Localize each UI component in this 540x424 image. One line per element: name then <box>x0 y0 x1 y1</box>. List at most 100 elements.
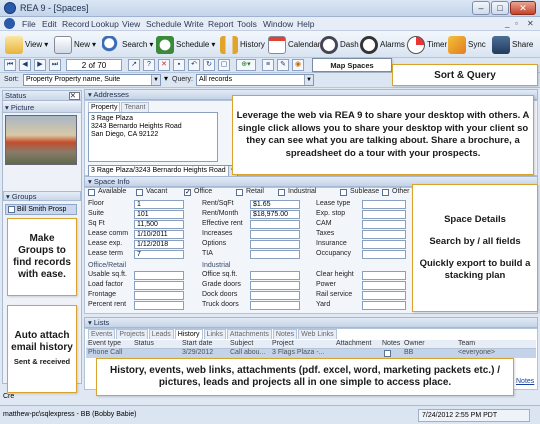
map-icon[interactable]: ◉ <box>292 59 304 71</box>
menu-tools[interactable]: Tools <box>237 19 257 29</box>
field-input[interactable] <box>250 271 300 280</box>
minimize-button[interactable]: – <box>472 1 490 15</box>
type-checkbox-available[interactable] <box>88 189 95 196</box>
menu-schedule[interactable]: Schedule <box>146 19 181 29</box>
column-header[interactable]: Subject <box>230 340 253 347</box>
column-header[interactable]: Project <box>272 340 294 347</box>
query-icon[interactable]: ▾ <box>164 74 168 83</box>
save-icon[interactable]: ▪ <box>173 59 185 71</box>
tab-property[interactable]: Property <box>88 102 121 112</box>
first-record-icon[interactable]: ⏮ <box>4 59 16 71</box>
delete-icon[interactable]: ✕ <box>158 59 170 71</box>
tab-leads[interactable]: Leads <box>148 329 174 339</box>
list-icon[interactable]: ≡ <box>262 59 274 71</box>
tab-web-links[interactable]: Web Links <box>298 329 337 339</box>
new-button[interactable]: New ▾ <box>52 34 98 55</box>
sort-select[interactable]: Property Property name, Suite ▼ <box>23 74 161 86</box>
tab-projects[interactable]: Projects <box>116 329 148 339</box>
dash-button[interactable]: Dash <box>318 34 361 55</box>
field-input[interactable]: 1 <box>134 200 184 209</box>
goto-icon[interactable]: ↗ <box>128 59 140 71</box>
mdi-close-icon[interactable]: ✕ <box>527 19 534 28</box>
find-icon[interactable]: ? <box>143 59 155 71</box>
schedule-button[interactable]: Schedule ▾ <box>154 34 217 55</box>
group-item[interactable]: Bill Smith Prosp <box>5 204 77 215</box>
field-input[interactable]: $1.65 <box>250 200 300 209</box>
field-input[interactable] <box>134 271 184 280</box>
field-input[interactable] <box>362 250 406 259</box>
tab-events[interactable]: Events <box>88 329 116 339</box>
menu-help[interactable]: Help <box>297 19 314 29</box>
maximize-button[interactable]: □ <box>491 1 509 15</box>
refresh-icon[interactable]: ↻ <box>203 59 215 71</box>
field-input[interactable] <box>362 271 406 280</box>
address-box[interactable]: 3 Rage Plaza 3243 Bernardo Heights Road … <box>88 112 218 162</box>
history-button[interactable]: History <box>218 34 267 55</box>
type-checkbox-office[interactable]: ✓ <box>184 189 191 196</box>
query-select[interactable]: All records ▼ <box>196 74 314 86</box>
notes-link[interactable]: Notes <box>516 378 534 385</box>
type-checkbox-retail[interactable] <box>236 189 243 196</box>
field-input[interactable] <box>250 230 300 239</box>
field-input[interactable] <box>250 250 300 259</box>
search-button[interactable]: Search ▾ <box>100 34 155 55</box>
alarms-button[interactable]: Alarms <box>358 34 407 55</box>
menu-lookup[interactable]: Lookup <box>91 19 119 29</box>
group-checkbox[interactable] <box>8 205 15 213</box>
field-input[interactable] <box>250 291 300 300</box>
field-input[interactable] <box>250 220 300 229</box>
next-record-icon[interactable]: ▶ <box>34 59 46 71</box>
column-header[interactable]: Team <box>458 340 475 347</box>
close-icon[interactable]: ✕ <box>68 92 80 100</box>
field-input[interactable] <box>362 281 406 290</box>
field-input[interactable] <box>134 281 184 290</box>
field-input[interactable]: 1/12/2018 <box>134 240 184 249</box>
field-input[interactable] <box>134 301 184 310</box>
field-input[interactable] <box>362 200 406 209</box>
field-input[interactable] <box>250 301 300 310</box>
menu-record[interactable]: Record <box>62 19 89 29</box>
field-input[interactable] <box>362 301 406 310</box>
notes-checkbox[interactable] <box>384 350 391 357</box>
record-counter[interactable]: 2 of 70 <box>66 59 122 71</box>
edit-icon[interactable]: ✎ <box>277 59 289 71</box>
menu-file[interactable]: File <box>22 19 36 29</box>
undo-icon[interactable]: ↶ <box>188 59 200 71</box>
field-input[interactable]: 101 <box>134 210 184 219</box>
menu-write[interactable]: Write <box>184 19 204 29</box>
tab-attachments[interactable]: Attachments <box>226 329 272 339</box>
type-checkbox-vacant[interactable] <box>136 189 143 196</box>
type-checkbox-other[interactable] <box>382 189 389 196</box>
column-header[interactable]: Attachment <box>336 340 371 347</box>
sync-button[interactable]: Sync <box>446 34 488 55</box>
menu-edit[interactable]: Edit <box>42 19 57 29</box>
type-checkbox-sublease[interactable] <box>340 189 347 196</box>
previous-record-icon[interactable]: ◀ <box>19 59 31 71</box>
tab-links[interactable]: Links <box>203 329 226 339</box>
map-spaces-button[interactable]: Map Spaces <box>312 58 392 72</box>
column-header[interactable]: Start date <box>182 340 212 347</box>
field-input[interactable]: $18,975.00 <box>250 210 300 219</box>
table-row[interactable]: Phone Call 3/29/2012 Call abou... 3 Flags P… <box>86 349 536 358</box>
column-header[interactable]: Event type <box>88 340 121 347</box>
field-input[interactable]: 11,500 <box>134 220 184 229</box>
copy-icon[interactable]: ▢ <box>218 59 230 71</box>
field-input[interactable] <box>362 210 406 219</box>
field-input[interactable] <box>362 240 406 249</box>
close-button[interactable]: ✕ <box>510 1 536 15</box>
field-input[interactable] <box>362 220 406 229</box>
column-header[interactable]: Status <box>134 340 154 347</box>
mdi-restore-icon[interactable]: ▫ <box>515 19 518 28</box>
lists-section-header[interactable]: ▾ Lists <box>84 317 538 328</box>
field-input[interactable]: 1/10/2011 <box>134 230 184 239</box>
field-input[interactable]: 7 <box>134 250 184 259</box>
calendar-button[interactable]: Calendar <box>266 34 322 55</box>
menu-window[interactable]: Window <box>263 19 293 29</box>
field-input[interactable] <box>362 291 406 300</box>
menu-view[interactable]: View <box>122 19 140 29</box>
field-input[interactable] <box>362 230 406 239</box>
column-header[interactable]: Notes <box>382 340 400 347</box>
timer-button[interactable]: Timer <box>405 34 449 55</box>
column-header[interactable]: Owner <box>404 340 425 347</box>
field-input[interactable] <box>134 291 184 300</box>
